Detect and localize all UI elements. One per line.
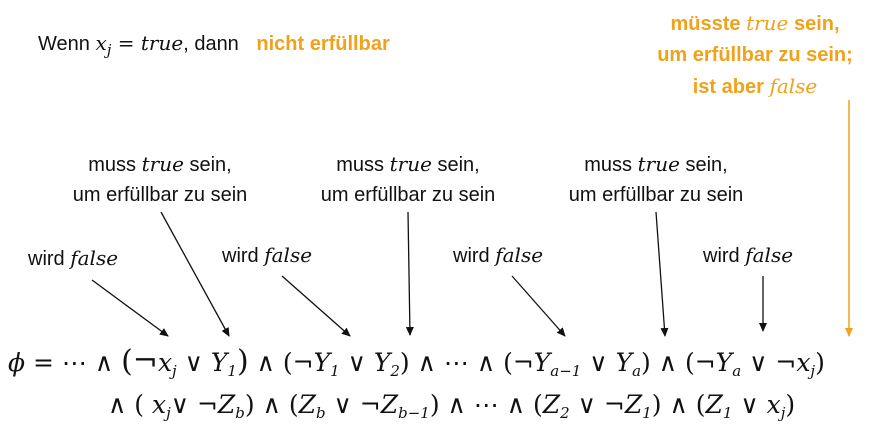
formula-token: ) xyxy=(815,348,825,377)
formula-token: x xyxy=(766,390,781,419)
formula-token: ∨ ¬ xyxy=(569,390,625,419)
formula-token: ∨ ¬ xyxy=(170,390,218,419)
formula-token: ) xyxy=(399,348,410,377)
arrow-wird-2 xyxy=(281,275,351,337)
formula-token: ∧ ⋯ ∧ ( xyxy=(439,390,543,419)
formula-token: b xyxy=(235,404,245,422)
formula-token: ) xyxy=(651,390,662,419)
formula-line-2: ∧ ( xj∨ ¬Zb) ∧ (Zb ∨ ¬Zb−1) ∧ ⋯ ∧ (Z2 ∨ … xyxy=(108,390,795,422)
arrow-must-2 xyxy=(405,211,414,336)
formula-token: ∧ (¬ xyxy=(650,348,716,377)
formula-token: ) xyxy=(641,348,651,377)
formula-token: Y xyxy=(210,348,228,377)
arrow-must-3 xyxy=(655,211,669,337)
formula-token: Z xyxy=(380,390,399,419)
formula-token: Y xyxy=(715,348,733,377)
formula-token: ∨ xyxy=(581,348,616,377)
formula-token: ) xyxy=(236,344,249,379)
formula-token: ∨ ¬ xyxy=(741,348,797,377)
formula-line-1: ϕ = ⋯ ∧ (¬xj ∨ Y1) ∧ (¬Y1 ∨ Y2) ∧ ⋯ ∧ (¬… xyxy=(8,344,825,380)
formula-token: 1 xyxy=(722,404,733,422)
formula-token: ∧ ( xyxy=(254,390,299,419)
formula-token: ϕ xyxy=(8,348,26,377)
formula-token: 1 xyxy=(330,362,340,380)
formula-token: ∧ ( xyxy=(108,390,152,419)
formula-token: Y xyxy=(373,348,391,377)
arrow-must-1 xyxy=(160,211,230,337)
formula-token: ∨ ¬ xyxy=(325,390,381,419)
arrow-wird-3 xyxy=(511,275,566,337)
formula-token: ) xyxy=(785,390,796,419)
formula-token: x xyxy=(157,348,173,377)
formula-token: a−1 xyxy=(550,362,582,380)
formula-token: Z xyxy=(705,390,723,419)
formula-token: ) xyxy=(429,390,440,419)
formula-token: Y xyxy=(533,348,551,377)
formula-token: 1 xyxy=(227,362,237,380)
formula-token: ∨ xyxy=(732,390,767,419)
formula-token: 2 xyxy=(560,404,570,422)
formula-token: Z xyxy=(624,390,643,419)
formula-token: Y xyxy=(313,348,331,377)
formula-token: a xyxy=(732,362,742,380)
formula-token: Z xyxy=(542,390,561,419)
formula-token: ) xyxy=(244,390,255,419)
formula-token: ∨ xyxy=(339,348,374,377)
formula-token: Y xyxy=(615,348,633,377)
formula-token: ∧ (¬ xyxy=(248,348,314,377)
formula-token: ∨ xyxy=(176,348,211,377)
formula-token: x xyxy=(151,390,167,419)
formula-token: 2 xyxy=(390,362,400,380)
formula-token: b xyxy=(316,404,326,422)
formula-token: Z xyxy=(298,390,316,419)
formula-token: x xyxy=(796,348,811,377)
formula-token: (¬ xyxy=(121,344,158,379)
formula-token: ∧ ⋯ ∧ (¬ xyxy=(409,348,534,377)
formula-token: = ⋯ ∧ xyxy=(25,348,122,377)
formula-token: 1 xyxy=(642,404,652,422)
formula-token: a xyxy=(632,362,642,380)
formula-token: ∧ ( xyxy=(661,390,706,419)
arrow-wird-1 xyxy=(91,279,169,337)
formula-token: Z xyxy=(217,390,236,419)
formula-token: b−1 xyxy=(398,404,430,422)
